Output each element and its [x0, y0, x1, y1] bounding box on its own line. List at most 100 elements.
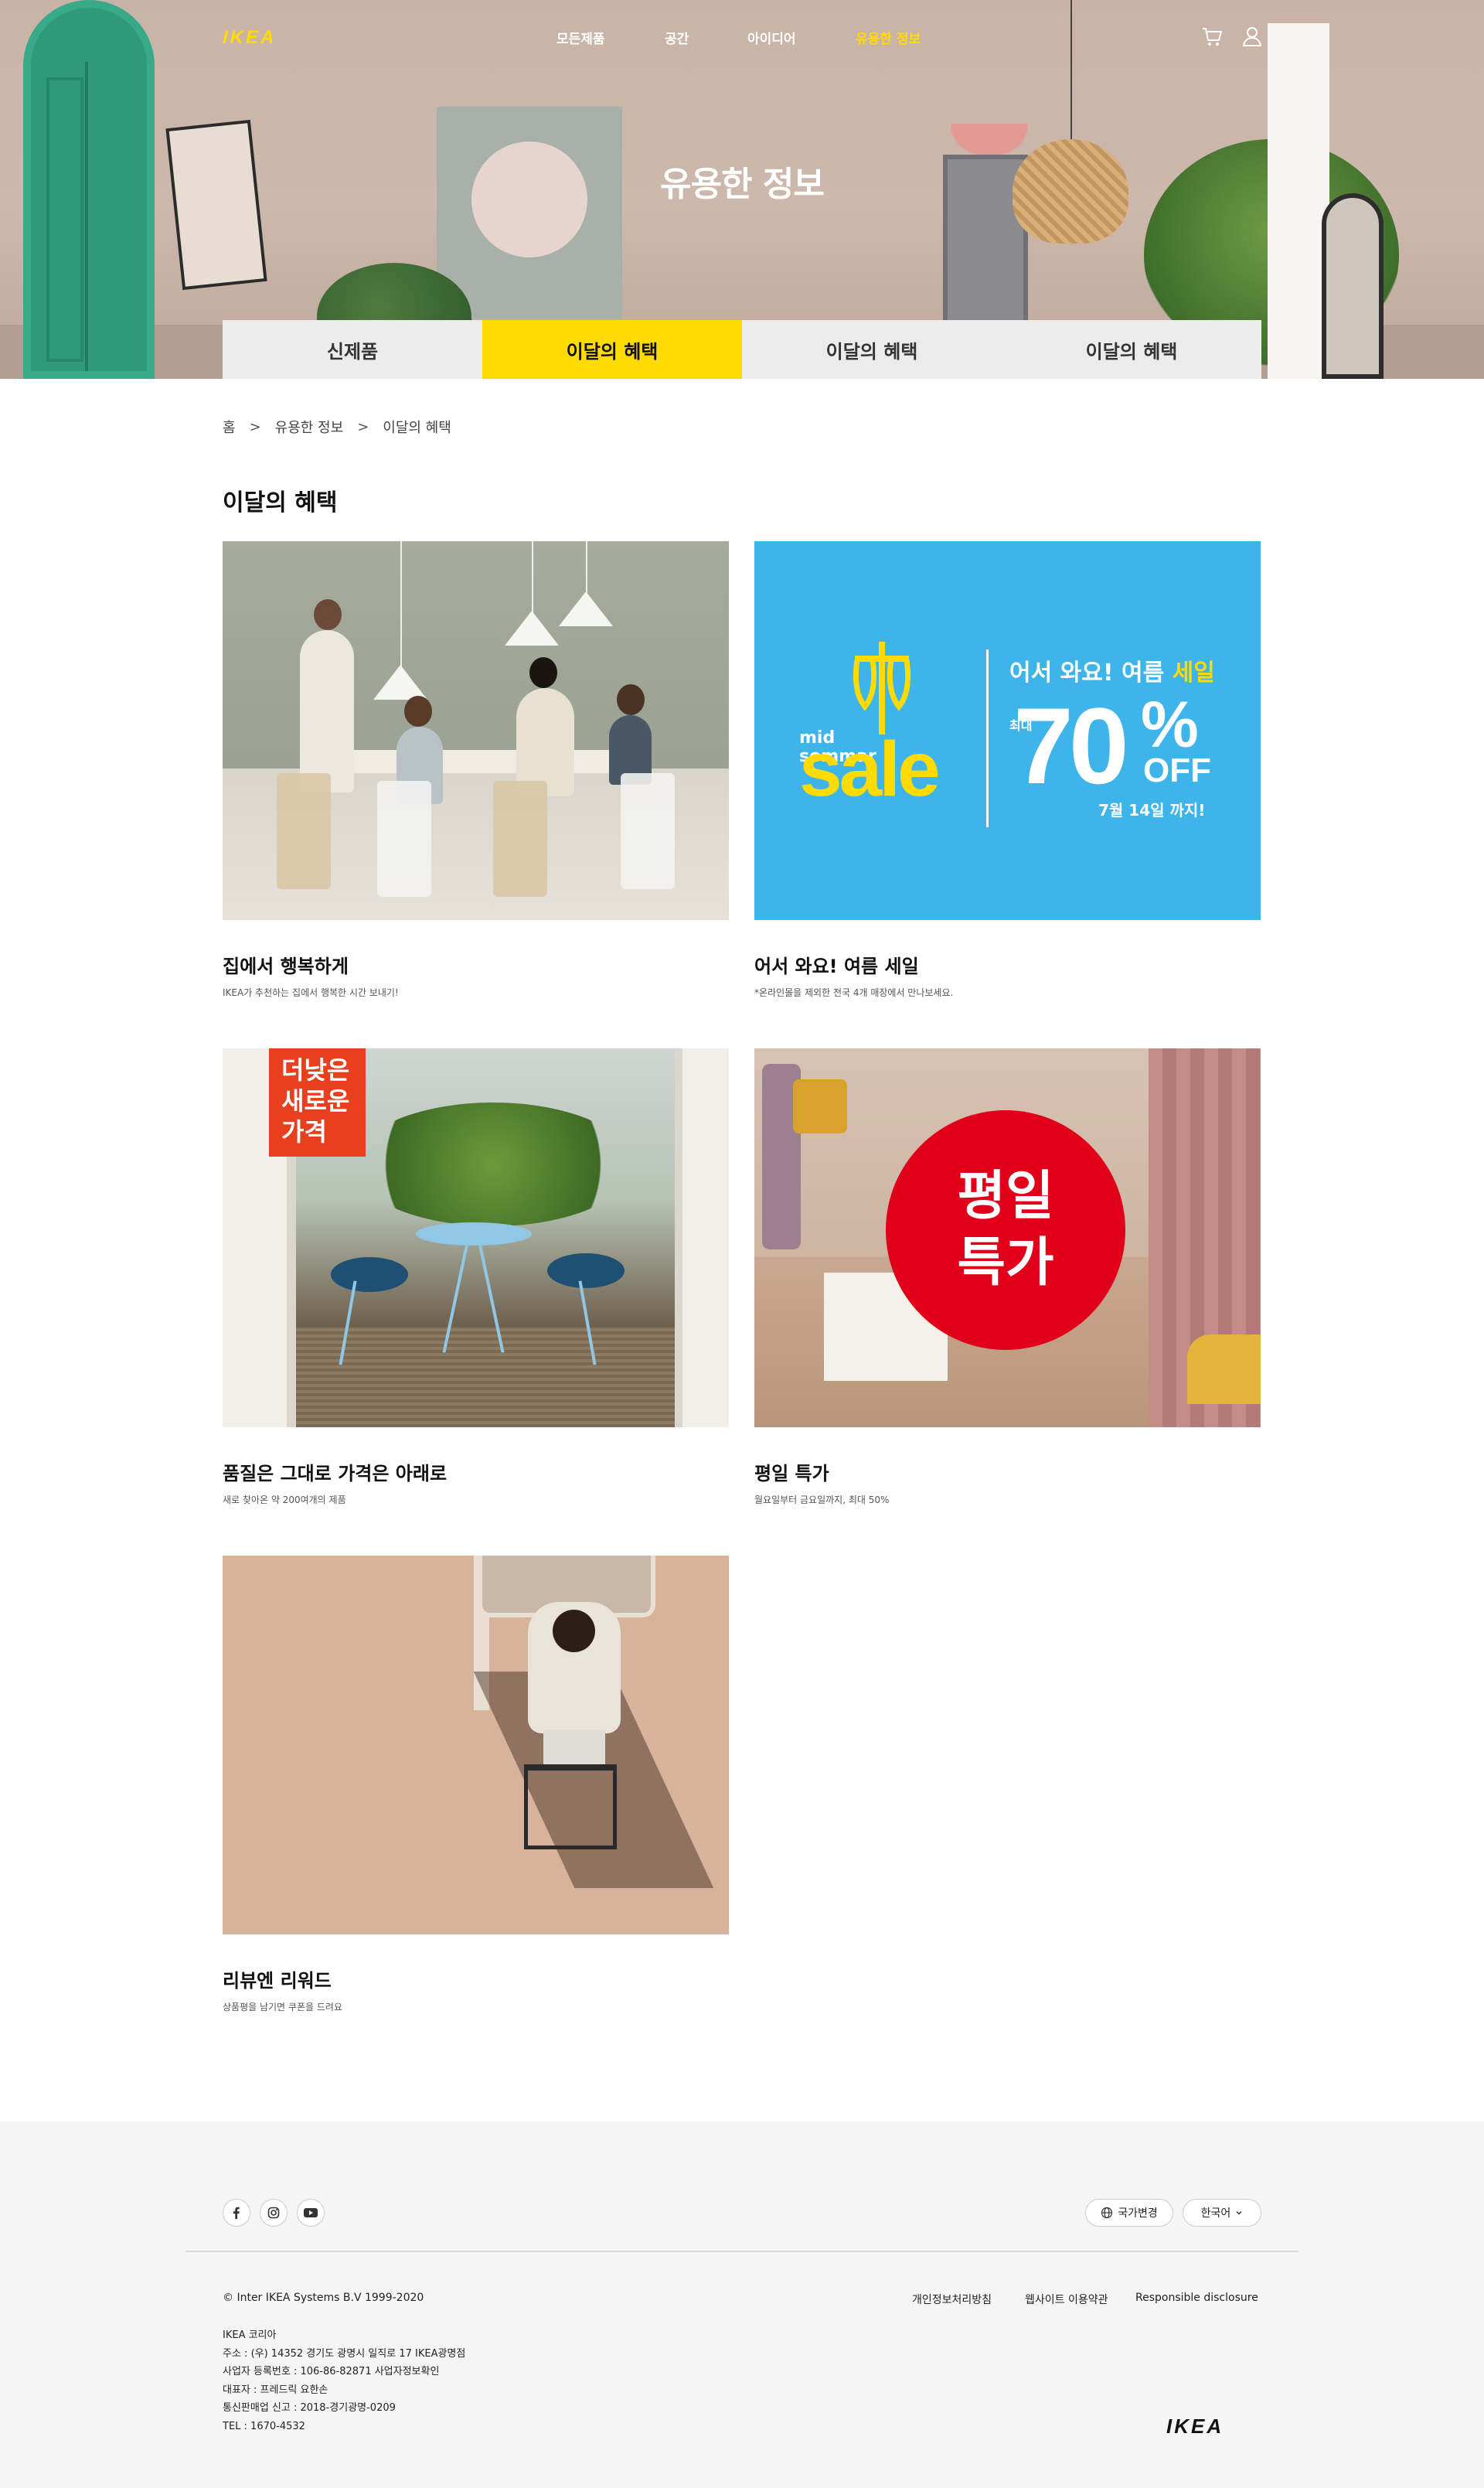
badge-line: 평일: [957, 1166, 1054, 1227]
person-head: [404, 696, 432, 727]
tab-monthly-offers-active[interactable]: 이달의 혜택: [482, 320, 742, 379]
hanging-bag: [793, 1079, 847, 1133]
country-change-label: 국가변경: [1118, 2207, 1158, 2220]
banner-divider: [986, 649, 989, 827]
dining-chair: [277, 773, 331, 889]
offer-card-review-reward[interactable]: 리뷰엔 리워드 상품평을 남기면 쿠폰을 드려요: [223, 1556, 729, 2013]
card-title[interactable]: 집에서 행복하게: [223, 951, 729, 978]
nav-rooms[interactable]: 공간: [665, 28, 689, 47]
card-description: 새로 찾아온 약 200여개의 제품: [223, 1495, 346, 1505]
pendant-lamp: [505, 611, 559, 646]
hero-bowl: [951, 124, 1028, 155]
breadcrumb-useful-info[interactable]: 유용한 정보: [275, 417, 344, 437]
facebook-icon[interactable]: [223, 2199, 250, 2227]
banner-headline-a: 어서 와요! 여름: [1009, 659, 1173, 687]
youtube-icon[interactable]: [297, 2199, 325, 2227]
door-frame-right: [675, 1048, 729, 1427]
nav-useful-info[interactable]: 유용한 정보: [856, 28, 921, 47]
copyright: © Inter IKEA Systems B.V 1999-2020: [223, 2292, 424, 2304]
person-head: [314, 599, 342, 630]
pendant-cord: [532, 541, 533, 615]
instagram-icon[interactable]: [260, 2199, 288, 2227]
tab-monthly-offers-2[interactable]: 이달의 혜택: [742, 320, 1002, 379]
pendant-lamp: [559, 591, 613, 626]
offer-card-weekday-special[interactable]: 평일 특가 평일 특가 월요일부터 금요일까지, 최대 50%: [754, 1048, 1261, 1506]
card-title[interactable]: 평일 특가: [754, 1458, 1261, 1485]
tag-line: 가격: [281, 1117, 327, 1147]
tab-new-products[interactable]: 신제품: [223, 320, 482, 379]
card-title[interactable]: 품질은 그대로 가격은 아래로: [223, 1458, 729, 1485]
badge-line: 특가: [957, 1232, 1054, 1293]
banner-percent-value: 70: [1013, 685, 1129, 806]
company-name: IKEA 코리아: [223, 2330, 277, 2341]
globe-icon: [1101, 2207, 1113, 2219]
card-image-dining-room[interactable]: [223, 541, 729, 920]
offer-card-summer-sale[interactable]: mid sommar sale 어서 와요! 여름 세일 최대 70 % OFF…: [754, 541, 1261, 999]
offer-card-lower-price[interactable]: 더낮은 새로운 가격 품질은 그대로 가격은 아래로 새로 찾아온 약 200여…: [223, 1048, 729, 1506]
breadcrumb-separator: >: [357, 418, 369, 435]
balcony-plants: [354, 1103, 632, 1226]
company-address: 주소 : (우) 14352 경기도 광명시 일직로 17 IKEA광명점: [223, 2347, 466, 2360]
person-man: [300, 630, 354, 792]
pendant-lamp: [373, 665, 427, 700]
responsible-disclosure-link[interactable]: Responsible disclosure: [1135, 2292, 1258, 2304]
breadcrumb-separator: >: [249, 418, 261, 435]
section-title: 이달의 혜택: [223, 489, 338, 516]
card-description: *온라인몰을 제외한 전국 4개 매장에서 만나보세요.: [754, 987, 954, 998]
dining-chair: [377, 781, 431, 897]
card-description: 월요일부터 금요일까지, 최대 50%: [754, 1495, 890, 1505]
card-title[interactable]: 리뷰엔 리워드: [223, 1965, 729, 1992]
person-head: [529, 657, 557, 688]
chevron-down-icon: [1236, 2210, 1242, 2215]
breadcrumb-current: 이달의 혜택: [383, 420, 451, 436]
person-woman: [516, 688, 574, 796]
cart-icon[interactable]: [1200, 23, 1226, 49]
user-icon[interactable]: [1239, 23, 1265, 49]
nav-all-products[interactable]: 모든제품: [556, 28, 605, 47]
dining-chair: [621, 773, 675, 889]
company-info: IKEA 코리아 주소 : (우) 14352 경기도 광명시 일직로 17 I…: [223, 2326, 465, 2435]
card-image-summer-sale-banner[interactable]: mid sommar sale 어서 와요! 여름 세일 최대 70 % OFF…: [754, 541, 1261, 920]
pendant-cord: [586, 541, 587, 595]
banner-sale-text: sale: [799, 726, 941, 813]
company-business-no: 사업자 등록번호 : 106-86-82871 사업자정보확인: [223, 2366, 440, 2377]
hero-mirror: [1322, 193, 1384, 379]
company-ecommerce: 통신판매업 신고 : 2018-경기광명-0209: [223, 2402, 396, 2414]
card-description: 상품평을 남기면 쿠폰을 드려요: [223, 2002, 342, 2013]
footer-ikea-logo[interactable]: IKEA: [1166, 2415, 1224, 2439]
terms-link[interactable]: 웹사이트 이용약관: [1025, 2292, 1108, 2307]
banner-headline-b: 세일: [1172, 659, 1215, 687]
nav-ideas[interactable]: 아이디어: [747, 28, 796, 47]
dining-chair: [493, 781, 547, 897]
hero-title: 유용한 정보: [660, 165, 825, 204]
banner-percent-sign: %: [1141, 688, 1199, 761]
language-label: 한국어: [1200, 2207, 1231, 2220]
laptop: [543, 1730, 605, 1768]
card-title[interactable]: 어서 와요! 여름 세일: [754, 951, 1261, 978]
country-change-button[interactable]: 국가변경: [1085, 2199, 1173, 2227]
breadcrumb: 홈 > 유용한 정보 > 이달의 혜택: [223, 417, 451, 437]
chair-cushion: [547, 1253, 625, 1288]
weekday-special-badge: 평일 특가: [886, 1110, 1125, 1350]
breadcrumb-home[interactable]: 홈: [223, 417, 236, 437]
hero-canvas-art: [437, 107, 622, 319]
tag-line: 더낮은: [281, 1055, 350, 1085]
footer-divider: [186, 2251, 1298, 2252]
chair-cushion: [331, 1257, 408, 1292]
lower-price-tag: 더낮은 새로운 가격: [269, 1048, 366, 1157]
card-image-bedroom[interactable]: 평일 특가: [754, 1048, 1261, 1427]
offer-card-happy-home[interactable]: 집에서 행복하게 IKEA가 추천하는 집에서 행복한 시간 보내기!: [223, 541, 729, 999]
card-image-person-laptop[interactable]: [223, 1556, 729, 1934]
privacy-policy-link[interactable]: 개인정보처리방침: [912, 2292, 992, 2307]
card-image-balcony[interactable]: 더낮은 새로운 가격: [223, 1048, 729, 1427]
tab-monthly-offers-3[interactable]: 이달의 혜택: [1002, 320, 1261, 379]
footer: 국가변경 한국어 © Inter IKEA Systems B.V 1999-2…: [0, 2122, 1484, 2488]
banner-off: OFF: [1143, 752, 1211, 789]
banner-until-date: 7월 14일 까지!: [1098, 801, 1206, 820]
person-head: [553, 1610, 595, 1652]
tag-line: 새로운: [281, 1086, 350, 1116]
language-select[interactable]: 한국어: [1183, 2199, 1261, 2227]
dining-table: [339, 750, 632, 773]
banner-headline: 어서 와요! 여름 세일: [1009, 653, 1215, 687]
ikea-logo[interactable]: IKEA: [223, 29, 276, 47]
